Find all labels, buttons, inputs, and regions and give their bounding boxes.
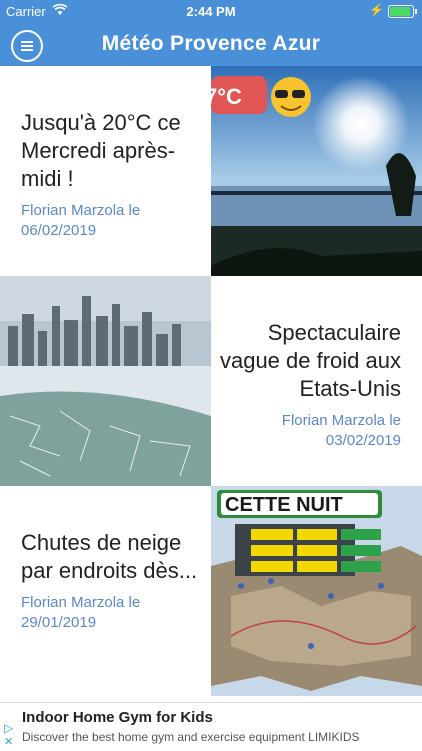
battery-icon	[388, 5, 417, 18]
image-overlay-label: CETTE NUIT	[225, 494, 343, 516]
ad-title[interactable]: Indoor Home Gym for Kids	[22, 709, 213, 726]
article-card[interactable]: Spectaculaire vague de froid aux Etats-U…	[0, 276, 422, 486]
article-meta: Florian Marzola le 29/01/2019	[21, 594, 141, 631]
ad-banner[interactable]: ▷ Indoor Home Gym for Kids Discover the …	[0, 702, 422, 751]
ad-close-icon[interactable]: ✕	[4, 735, 13, 748]
article-image[interactable]	[0, 276, 211, 486]
article-card[interactable]: Jusqu'à 20°C ce Mercredi après-midi ! Fl…	[0, 66, 422, 276]
article-text[interactable]: Chutes de neige par endroits dès... Flor…	[21, 486, 211, 696]
page-title: Météo Provence Azur	[101, 32, 321, 55]
app-header: Carrier 2:44 PM ⚡ Météo Provence Azur	[0, 0, 422, 66]
charging-icon: ⚡	[369, 3, 384, 17]
article-meta: Florian Marzola le 03/02/2019	[281, 412, 401, 449]
article-image[interactable]: CETTE NUIT	[211, 486, 422, 696]
article-headline[interactable]: Chutes de neige par endroits dès...	[21, 529, 211, 585]
article-card[interactable]: Chutes de neige par endroits dès... Flor…	[0, 486, 422, 696]
article-headline[interactable]: Spectaculaire vague de froid aux Etats-U…	[211, 319, 401, 403]
article-image[interactable]: 7°C	[211, 66, 422, 276]
article-text[interactable]: Spectaculaire vague de froid aux Etats-U…	[211, 276, 401, 486]
article-meta: Florian Marzola le 06/02/2019	[21, 202, 141, 239]
ad-choices-icon[interactable]: ▷	[4, 721, 13, 735]
temperature-overlay: 7°C	[211, 84, 242, 109]
article-headline[interactable]: Jusqu'à 20°C ce Mercredi après-midi !	[21, 109, 211, 193]
status-time: 2:44 PM	[186, 4, 236, 19]
article-text[interactable]: Jusqu'à 20°C ce Mercredi après-midi ! Fl…	[21, 66, 211, 276]
ad-subtitle: Discover the best home gym and exercise …	[22, 730, 360, 744]
status-bar: Carrier 2:44 PM ⚡	[0, 0, 422, 22]
